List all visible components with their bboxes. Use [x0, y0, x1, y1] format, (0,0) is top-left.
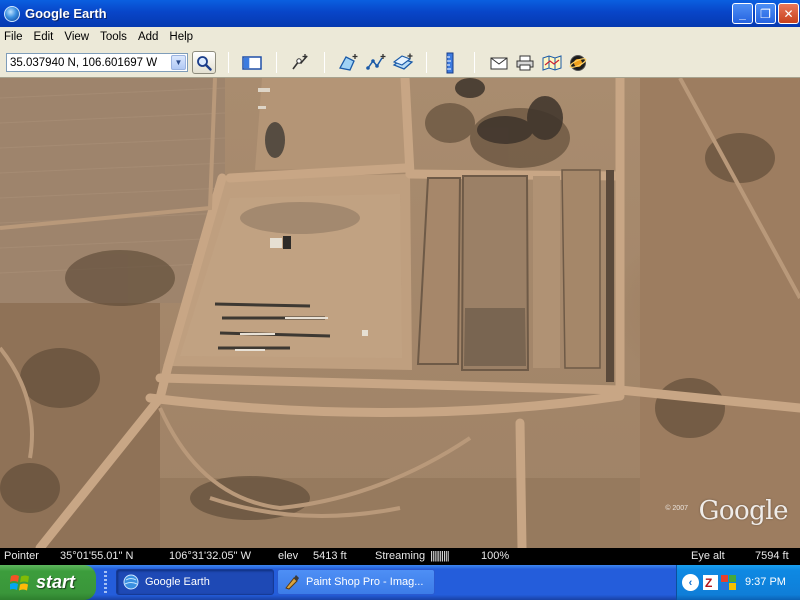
print-icon: [516, 55, 534, 70]
sidebar-toggle-button[interactable]: [240, 51, 264, 74]
toolbar-separator: [228, 52, 229, 73]
toolbar-separator: [426, 52, 427, 73]
svg-text:Z: Z: [705, 576, 712, 590]
ruler-icon: [446, 52, 454, 73]
title-bar: Google Earth _ ❐ ✕: [0, 0, 800, 27]
satellite-imagery: [0, 78, 800, 548]
streaming-percent: 100%: [481, 550, 510, 562]
colorful-tray-icon[interactable]: [721, 575, 736, 590]
eye-alt-label: Eye alt: [691, 550, 725, 562]
tray-expand-icon[interactable]: ‹: [682, 574, 699, 591]
taskbar-item-paint-shop-pro[interactable]: Paint Shop Pro - Imag...: [277, 569, 435, 595]
pointer-latitude: 35°01'55.01" N: [60, 550, 134, 562]
ruler-button[interactable]: [438, 51, 462, 74]
menu-bar: File Edit View Tools Add Help: [0, 27, 800, 47]
streaming-progress: ||||||||||: [430, 550, 450, 562]
email-button[interactable]: [487, 51, 511, 74]
taskbar-item-google-earth[interactable]: Google Earth: [116, 569, 274, 595]
menu-view[interactable]: View: [59, 31, 95, 43]
pointer-label: Pointer: [4, 550, 39, 562]
menu-help[interactable]: Help: [164, 31, 199, 43]
toolbar-separator: [324, 52, 325, 73]
taskbar-item-label: Paint Shop Pro - Imag...: [306, 576, 424, 588]
taskbar-item-label: Google Earth: [145, 576, 210, 588]
add-polygon-icon: [339, 53, 358, 71]
add-placemark-button[interactable]: [288, 51, 312, 74]
menu-edit[interactable]: Edit: [29, 31, 60, 43]
system-tray: ‹ Z 9:37 PM: [676, 565, 800, 600]
pointer-longitude: 106°31'32.05" W: [169, 550, 251, 562]
close-button[interactable]: ✕: [778, 3, 799, 24]
show-in-maps-button[interactable]: [540, 51, 564, 74]
window-title: Google Earth: [25, 6, 107, 21]
show-in-maps-icon: [542, 54, 562, 71]
status-bar: Pointer 35°01'55.01" N 106°31'32.05" W e…: [0, 548, 800, 565]
paint-shop-pro-icon: [285, 575, 299, 590]
add-image-overlay-button[interactable]: [391, 51, 415, 74]
taskbar-grip: [104, 571, 107, 594]
add-path-button[interactable]: [364, 51, 388, 74]
windows-logo-icon: [10, 574, 29, 590]
clock[interactable]: 9:37 PM: [745, 576, 786, 588]
toolbar-separator: [276, 52, 277, 73]
sky-toggle-icon: [569, 54, 587, 71]
map-viewport[interactable]: © 2007 Google: [0, 78, 800, 548]
map-copyright-year: © 2007: [665, 505, 688, 512]
minimize-button[interactable]: _: [732, 3, 753, 24]
menu-tools[interactable]: Tools: [95, 31, 133, 43]
menu-file[interactable]: File: [0, 31, 29, 43]
sidebar-toggle-icon: [242, 55, 262, 70]
print-button[interactable]: [513, 51, 537, 74]
search-button[interactable]: [192, 51, 216, 74]
maximize-button[interactable]: ❐: [755, 3, 776, 24]
sky-toggle-button[interactable]: [566, 51, 590, 74]
add-polygon-button[interactable]: [336, 51, 360, 74]
streaming-label: Streaming: [375, 550, 426, 562]
eye-alt-value: 7594 ft: [755, 550, 789, 562]
start-button[interactable]: start: [0, 565, 96, 600]
toolbar: 35.037940 N, 106.601697 W ▼: [0, 47, 800, 78]
search-icon: [197, 55, 212, 71]
chevron-down-icon[interactable]: ▼: [171, 55, 186, 70]
elevation-value: 5413 ft: [313, 550, 347, 562]
search-location-value: 35.037940 N, 106.601697 W: [10, 56, 158, 69]
start-label: start: [36, 572, 76, 592]
windows-taskbar: start Google Earth Paint Shop Pro - Imag…: [0, 565, 800, 600]
email-icon: [490, 57, 508, 69]
elevation-label: elev: [278, 550, 299, 562]
add-placemark-icon: [292, 53, 308, 69]
menu-add[interactable]: Add: [133, 31, 164, 43]
zonealarm-icon[interactable]: Z: [703, 575, 718, 590]
add-image-overlay-icon: [392, 53, 414, 70]
google-earth-app-icon: [4, 5, 20, 22]
toolbar-separator: [474, 52, 475, 73]
add-path-icon: [366, 53, 386, 70]
google-earth-icon: [123, 574, 139, 590]
google-watermark: Google: [698, 496, 789, 526]
search-location-input[interactable]: 35.037940 N, 106.601697 W ▼: [6, 53, 188, 72]
